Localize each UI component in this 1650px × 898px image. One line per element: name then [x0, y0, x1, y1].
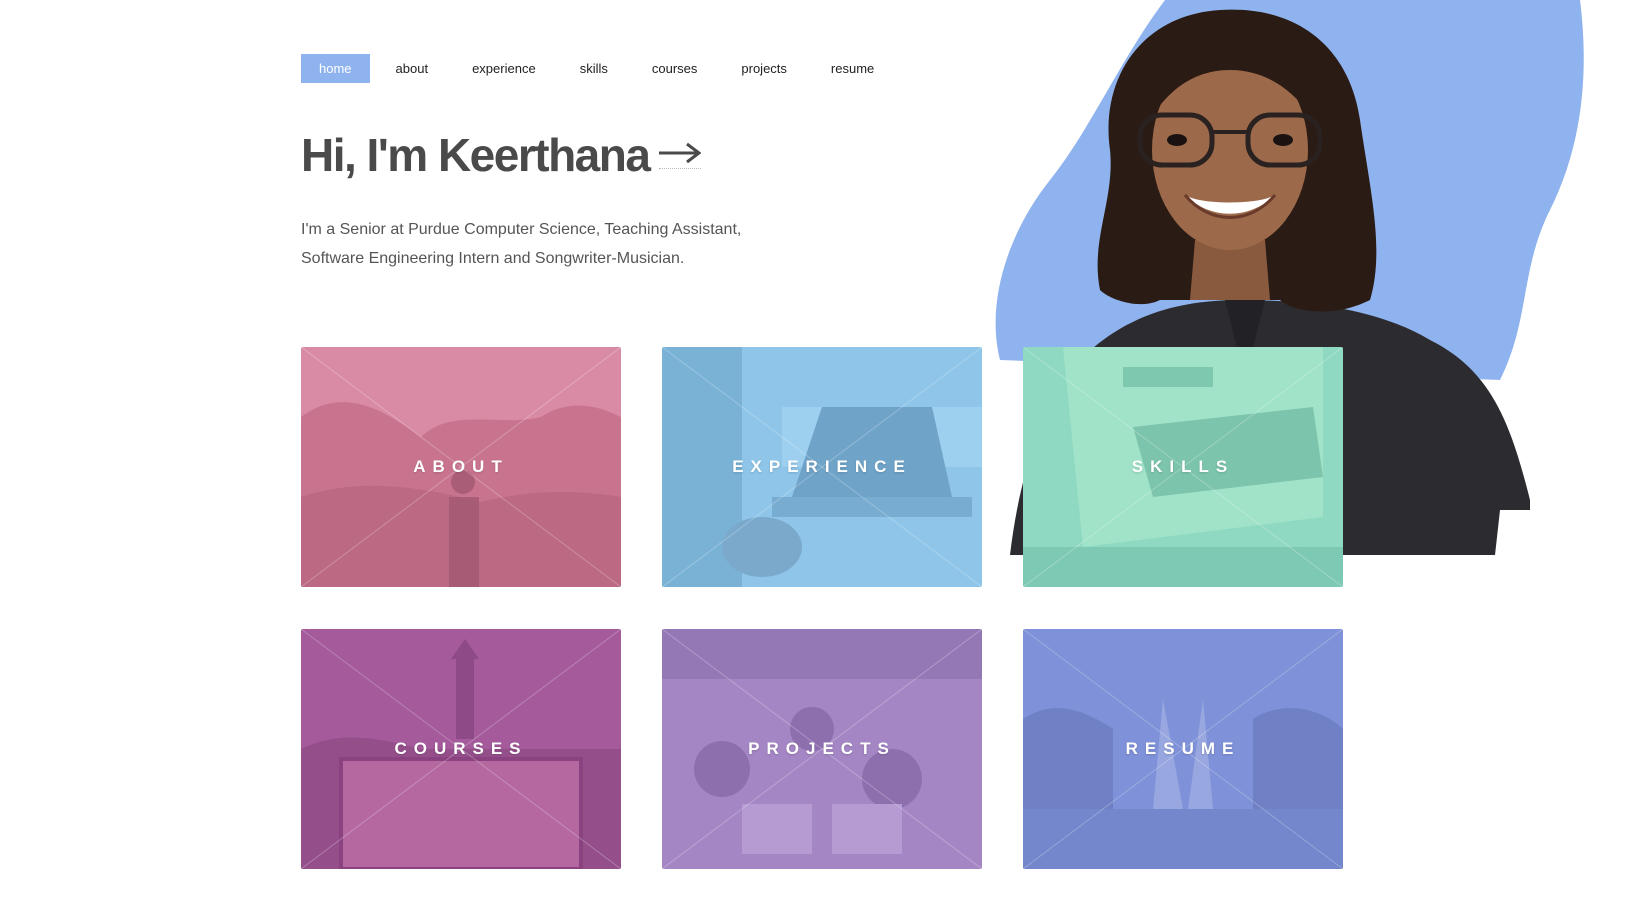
page-title: Hi, I'm Keerthana	[301, 128, 702, 182]
nav-projects[interactable]: projects	[723, 54, 805, 83]
nav-resume[interactable]: resume	[813, 54, 892, 83]
about-card[interactable]: ABOUT	[301, 347, 621, 587]
skills-card[interactable]: SKILLS	[1023, 347, 1343, 587]
about-card-label: ABOUT	[413, 457, 509, 476]
experience-card[interactable]: EXPERIENCE	[662, 347, 982, 587]
page: home about experience skills courses pro…	[0, 0, 1650, 898]
skills-card-label: SKILLS	[1131, 457, 1235, 476]
main-nav: home about experience skills courses pro…	[301, 54, 900, 83]
hero-subtitle: I'm a Senior at Purdue Computer Science,…	[301, 221, 742, 267]
nav-courses[interactable]: courses	[634, 54, 716, 83]
projects-card[interactable]: PROJECTS	[662, 629, 982, 869]
nav-about[interactable]: about	[378, 54, 447, 83]
right-arrow-icon[interactable]	[659, 142, 702, 169]
nav-skills[interactable]: skills	[562, 54, 626, 83]
courses-card[interactable]: COURSES	[301, 629, 621, 869]
courses-card-label: COURSES	[394, 739, 528, 758]
nav-home[interactable]: home	[301, 54, 370, 83]
hero-title-text: Hi, I'm Keerthana	[301, 129, 651, 181]
projects-card-label: PROJECTS	[748, 739, 896, 758]
nav-experience[interactable]: experience	[454, 54, 554, 83]
resume-card[interactable]: RESUME	[1023, 629, 1343, 869]
experience-card-label: EXPERIENCE	[732, 457, 912, 476]
resume-card-label: RESUME	[1125, 739, 1241, 758]
